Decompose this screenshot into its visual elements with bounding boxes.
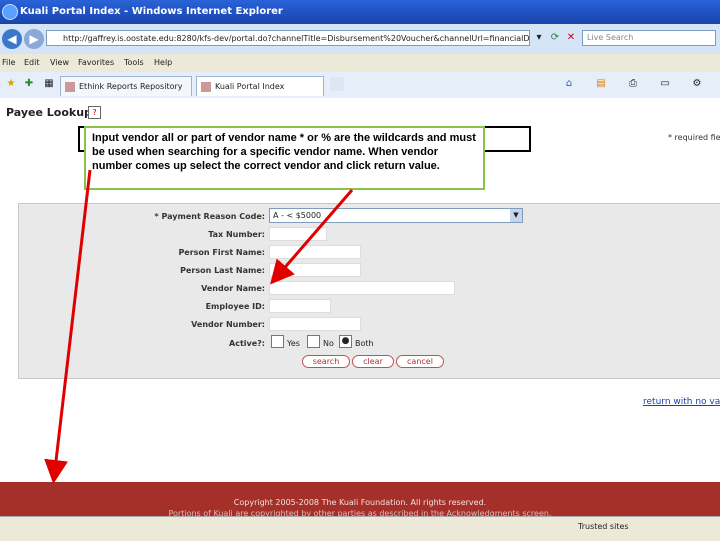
clear-button[interactable]: clear [352, 355, 394, 368]
tab-kuali-portal[interactable]: Kuali Portal Index [196, 76, 324, 96]
page-icon [65, 82, 75, 92]
menu-bar: File Edit View Favorites Tools Help [0, 54, 720, 73]
add-favorites-icon[interactable]: ✚ [22, 77, 36, 91]
required-note: * required fie [668, 133, 720, 142]
tools-menu-icon[interactable]: ⚙ [690, 77, 704, 91]
back-button[interactable]: ◀ [2, 29, 22, 49]
tax-number-input[interactable] [269, 227, 327, 241]
favorites-star-icon[interactable]: ★ [4, 77, 18, 91]
page-icon [201, 82, 211, 92]
tab-ethink-reports[interactable]: Ethink Reports Repository [60, 76, 192, 96]
new-tab-icon[interactable] [330, 77, 344, 91]
active-yes-radio[interactable] [271, 335, 284, 348]
page-header: Payee Lookup ? [0, 98, 720, 124]
tab-label: Kuali Portal Index [215, 82, 285, 91]
tab-bar: ★ ✚ ▦ Ethink Reports Repository Kuali Po… [0, 72, 720, 99]
active-both-label: Both [355, 339, 374, 348]
stop-icon[interactable]: ✕ [564, 31, 578, 45]
vendor-number-label: Vendor Number: [191, 320, 265, 329]
first-name-row: Person First Name: [19, 244, 720, 262]
page-footer: Copyright 2005-2008 The Kuali Foundation… [0, 482, 720, 518]
active-yes-label: Yes [287, 339, 300, 348]
active-row: Active?: Yes No ● Both [19, 335, 720, 353]
instruction-callout: Input vendor all or part of vendor name … [84, 126, 485, 190]
payment-reason-label: * Payment Reason Code: [154, 212, 266, 221]
window-titlebar: Kuali Portal Index - Windows Internet Ex… [0, 0, 720, 24]
first-name-label: Person First Name: [178, 248, 265, 257]
tax-number-label: Tax Number: [208, 230, 265, 239]
status-bar: Trusted sites [0, 516, 720, 541]
menu-edit[interactable]: Edit [24, 58, 40, 67]
menu-help[interactable]: Help [154, 58, 172, 67]
address-input[interactable]: http://gaffrey.is.oostate.edu:8280/kfs-d… [46, 30, 530, 46]
chevron-down-icon[interactable]: ▼ [510, 209, 522, 222]
employee-id-row: Employee ID: [19, 298, 720, 316]
menu-file[interactable]: File [2, 58, 15, 67]
return-no-value-link[interactable]: return with no va [643, 397, 720, 407]
home-icon[interactable]: ⌂ [562, 77, 576, 91]
employee-id-label: Employee ID: [205, 302, 265, 311]
vendor-name-input[interactable] [269, 281, 455, 295]
help-icon[interactable]: ? [88, 106, 101, 119]
last-name-input[interactable] [269, 263, 361, 277]
active-both-radio[interactable]: ● [339, 335, 352, 348]
payment-reason-value: A - < $5000 [273, 211, 322, 220]
active-label: Active?: [229, 339, 265, 348]
employee-id-input[interactable] [269, 299, 331, 313]
search-button[interactable]: search [302, 355, 350, 368]
last-name-label: Person Last Name: [180, 266, 265, 275]
address-toolbar: ◀ ▶ http://gaffrey.is.oostate.edu:8280/k… [0, 24, 720, 55]
search-input[interactable]: Live Search [582, 30, 716, 46]
page-menu-icon[interactable]: ▭ [658, 77, 672, 91]
page-title: Payee Lookup [6, 106, 92, 119]
menu-tools[interactable]: Tools [124, 58, 144, 67]
refresh-icon[interactable]: ⟳ [548, 31, 562, 45]
active-no-radio[interactable] [307, 335, 320, 348]
menu-favorites[interactable]: Favorites [78, 58, 114, 67]
lookup-form: * Payment Reason Code: A - < $5000 ▼ Tax… [18, 203, 720, 379]
feeds-icon[interactable]: ▤ [594, 77, 608, 91]
tab-list-icon[interactable]: ▦ [42, 77, 56, 91]
active-no-label: No [323, 339, 334, 348]
print-icon[interactable]: ⎙ [626, 77, 640, 91]
payment-reason-select[interactable]: A - < $5000 ▼ [269, 208, 523, 223]
ie-icon [2, 4, 18, 20]
footer-copyright: Copyright 2005-2008 The Kuali Foundation… [233, 498, 487, 507]
payment-reason-row: * Payment Reason Code: A - < $5000 ▼ [19, 208, 720, 226]
menu-view[interactable]: View [50, 58, 69, 67]
tab-label: Ethink Reports Repository [79, 82, 183, 91]
vendor-number-row: Vendor Number: [19, 316, 720, 334]
vendor-number-input[interactable] [269, 317, 361, 331]
last-name-row: Person Last Name: [19, 262, 720, 280]
security-zone: Trusted sites [578, 522, 629, 531]
forward-button[interactable]: ▶ [24, 29, 44, 49]
cancel-button[interactable]: cancel [396, 355, 444, 368]
vendor-name-row: Vendor Name: [19, 280, 720, 298]
tax-number-row: Tax Number: [19, 226, 720, 244]
vendor-name-label: Vendor Name: [201, 284, 265, 293]
dropdown-icon[interactable]: ▾ [532, 31, 546, 45]
first-name-input[interactable] [269, 245, 361, 259]
window-title: Kuali Portal Index - Windows Internet Ex… [20, 6, 283, 17]
